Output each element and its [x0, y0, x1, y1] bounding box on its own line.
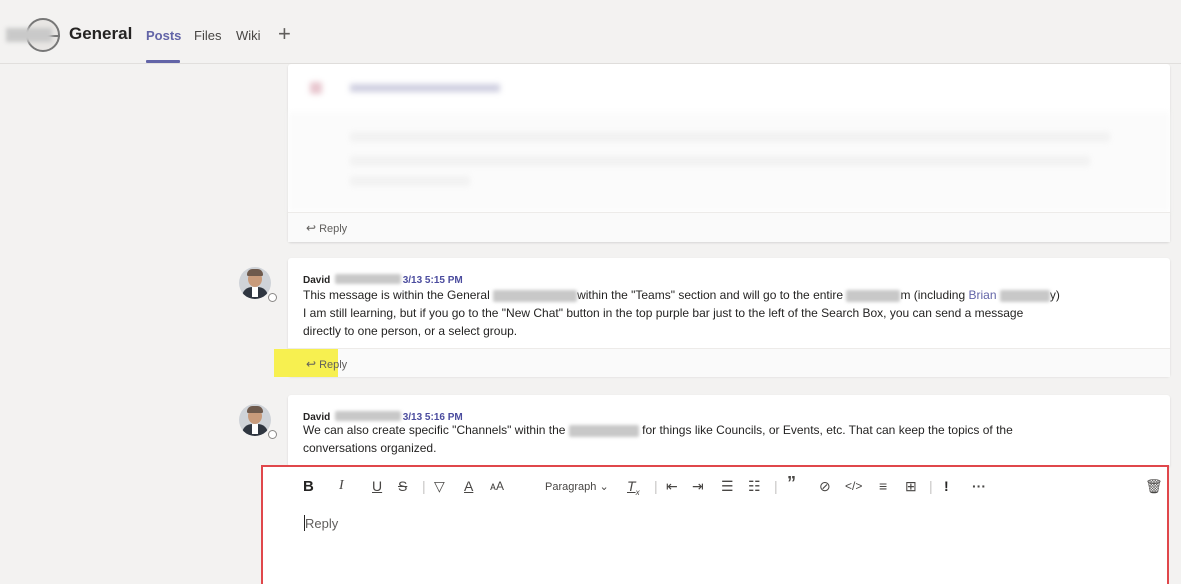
bulleted-list-icon[interactable]: ☰	[721, 478, 734, 495]
code-snippet-icon[interactable]: </>	[845, 479, 862, 493]
redacted-text	[999, 289, 1050, 302]
message-card: David 3/13 5:15 PM This message is withi…	[274, 258, 1170, 377]
more-options-icon[interactable]: ···	[972, 478, 986, 494]
avatar[interactable]	[239, 404, 271, 436]
channel-title: General	[69, 24, 133, 43]
paragraph-label: Paragraph	[545, 481, 597, 493]
delete-icon[interactable]: 🗑	[1145, 478, 1163, 495]
bold-icon[interactable]: B	[303, 478, 314, 495]
highlight-icon[interactable]: ▽	[434, 478, 445, 495]
redacted-text	[846, 289, 901, 302]
formatting-toolbar: B I U S | ▽ A ᴀA Paragraph ⌄ Tx | ⇤ ⇥ ☰ …	[263, 467, 1167, 503]
message-line: directly to one person, or a select grou…	[303, 324, 518, 338]
strikethrough-icon[interactable]: S	[398, 478, 407, 494]
font-color-icon[interactable]: A	[464, 478, 473, 494]
reply-label: Reply	[319, 359, 348, 371]
numbered-list-icon[interactable]: ☷	[748, 478, 761, 495]
chevron-down-icon: ⌄	[599, 481, 609, 493]
important-icon[interactable]: !	[944, 478, 949, 494]
tab-wiki[interactable]: Wiki	[236, 28, 261, 43]
toolbar-separator: |	[422, 478, 426, 494]
clear-formatting-icon[interactable]: Tx	[627, 478, 640, 497]
tab-posts[interactable]: Posts	[146, 28, 181, 43]
toolbar-separator: |	[774, 478, 778, 494]
redacted-surname	[334, 273, 401, 284]
redacted-surname	[334, 410, 401, 421]
mention-link[interactable]: Brian	[968, 288, 996, 302]
underline-icon[interactable]: U	[372, 478, 382, 494]
horizontal-rule-icon[interactable]: ≡	[879, 478, 887, 494]
message-timestamp: 3/13 5:15 PM	[402, 275, 463, 286]
reply-link[interactable]: ↩ Reply	[306, 357, 347, 371]
channel-header: General Posts Files Wiki +	[0, 0, 1181, 64]
paragraph-dropdown[interactable]: Paragraph ⌄	[545, 480, 609, 493]
increase-indent-icon[interactable]: ⇥	[692, 478, 704, 495]
reply-input[interactable]: Reply	[305, 516, 338, 531]
quote-icon[interactable]: ”	[787, 473, 796, 494]
reply-label: Reply	[319, 223, 348, 235]
redacted-text	[568, 424, 639, 437]
reply-link[interactable]: ↩ Reply	[306, 221, 347, 235]
message-line: This message is within the General withi…	[303, 288, 1060, 302]
reply-row[interactable]: ↩ Reply	[274, 348, 1170, 377]
message-body: We can also create specific "Channels" w…	[303, 421, 1163, 457]
reply-arrow-icon: ↩	[306, 221, 317, 235]
tab-files[interactable]: Files	[194, 28, 221, 43]
italic-icon[interactable]: I	[339, 478, 344, 494]
author-name: David	[303, 275, 331, 286]
font-size-icon[interactable]: ᴀA	[490, 479, 504, 493]
message-card: David 3/13 5:16 PM We can also create sp…	[288, 395, 1170, 467]
message-body: This message is within the General withi…	[303, 286, 1163, 340]
reply-row[interactable]: ↩ Reply	[288, 212, 1170, 242]
toolbar-separator: |	[929, 478, 933, 494]
reply-arrow-icon: ↩	[306, 357, 317, 371]
redacted-text	[493, 289, 578, 302]
message-line: We can also create specific "Channels" w…	[303, 423, 1013, 437]
active-tab-indicator	[146, 60, 180, 63]
decrease-indent-icon[interactable]: ⇤	[666, 478, 678, 495]
avatar[interactable]	[239, 267, 271, 299]
reply-compose-box[interactable]: B I U S | ▽ A ᴀA Paragraph ⌄ Tx | ⇤ ⇥ ☰ …	[261, 465, 1169, 584]
message-line: I am still learning, but if you go to th…	[303, 306, 1024, 320]
redacted-team-name	[6, 28, 52, 42]
presence-status-icon	[268, 430, 277, 439]
presence-status-icon	[268, 293, 277, 302]
message-line: conversations organized.	[303, 441, 437, 455]
link-icon[interactable]: ⊘	[819, 478, 831, 495]
table-icon[interactable]: ⊞	[905, 478, 917, 495]
previous-message-card: ↩ Reply	[288, 64, 1170, 242]
toolbar-separator: |	[654, 478, 658, 494]
add-tab-icon[interactable]: +	[278, 21, 291, 47]
